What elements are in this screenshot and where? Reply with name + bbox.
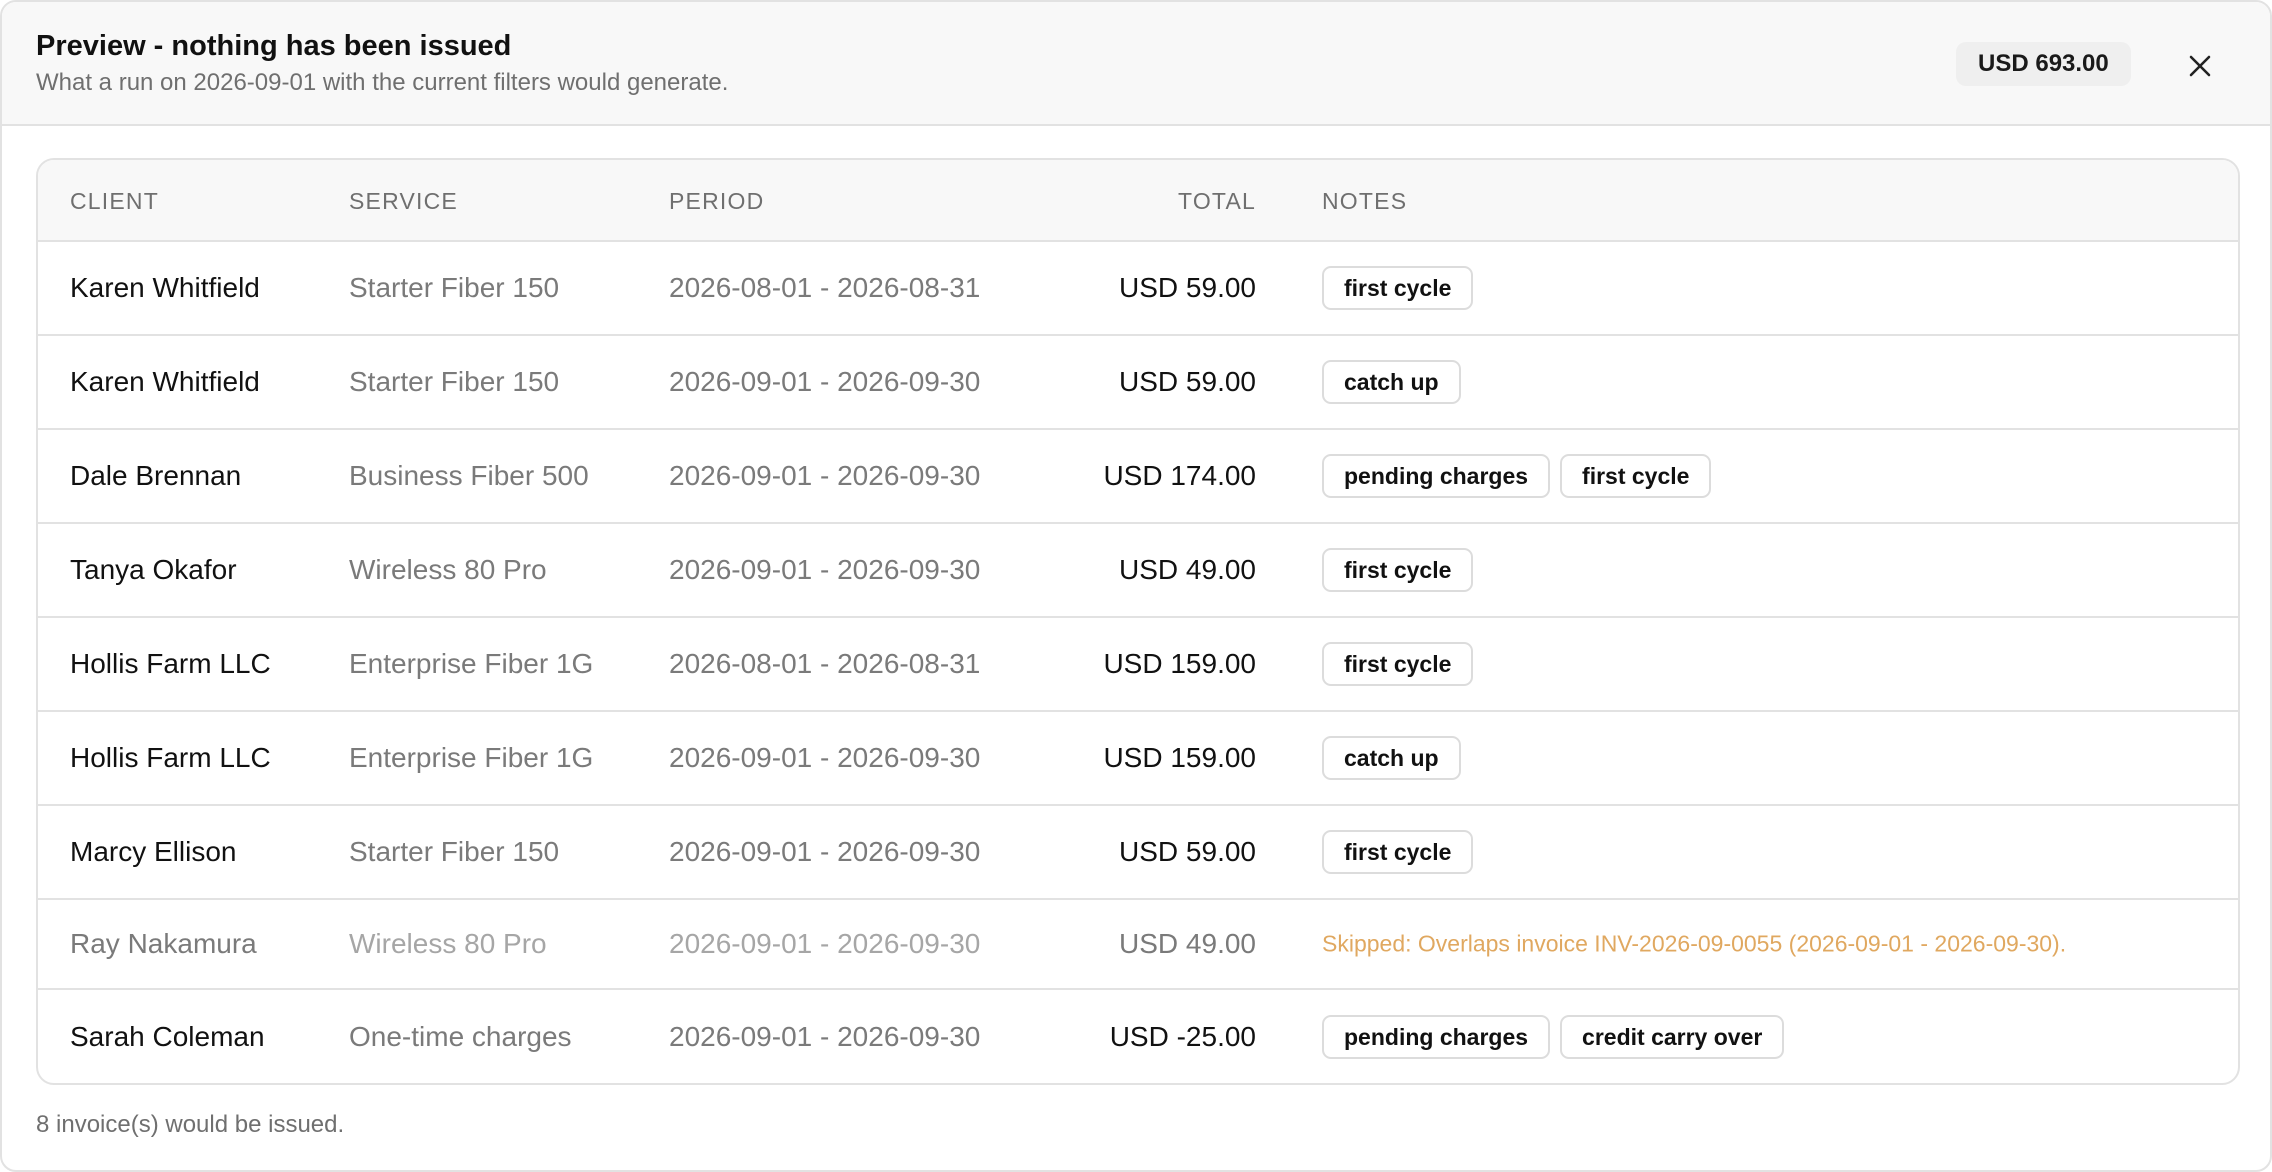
period-cell: 2026-09-01 - 2026-09-30 (669, 928, 981, 959)
note-tag: first cycle (1322, 266, 1474, 310)
total-cell: USD 49.00 (1119, 554, 1256, 585)
total-cell: USD 59.00 (1119, 366, 1256, 397)
close-icon (2189, 55, 2211, 77)
period-cell: 2026-08-01 - 2026-08-31 (669, 648, 981, 679)
client-cell: Hollis Farm LLC (70, 648, 271, 679)
period-cell: 2026-09-01 - 2026-09-30 (669, 742, 981, 773)
total-cell: USD 59.00 (1119, 836, 1256, 867)
client-cell: Tanya Okafor (70, 554, 237, 585)
period-cell: 2026-09-01 - 2026-09-30 (669, 554, 981, 585)
table-row[interactable]: Ray Nakamura Wireless 80 Pro 2026-09-01 - … (38, 900, 2238, 990)
total-cell: USD 174.00 (1103, 460, 1256, 491)
column-header-total: TOTAL (1178, 188, 1256, 214)
dialog-subtitle: What a run on 2026-09-01 with the curren… (36, 69, 729, 96)
notes-cell: Skipped: Overlaps invoice INV-2026-09-00… (1322, 931, 2066, 958)
table-row[interactable]: Marcy Ellison Starter Fiber 150 2026-09-01… (38, 806, 2238, 900)
service-cell: Starter Fiber 150 (349, 836, 560, 867)
table-row[interactable]: Tanya Okafor Wireless 80 Pro 2026-09-01 - … (38, 524, 2238, 618)
client-cell: Karen Whitfield (70, 366, 260, 397)
table-row[interactable]: Sarah Coleman One-time charges 2026-09-01 … (38, 990, 2238, 1083)
period-cell: 2026-09-01 - 2026-09-30 (669, 460, 981, 491)
note-tag: first cycle (1560, 454, 1712, 498)
column-header-service: SERVICE (349, 188, 458, 214)
column-header-period: PERIOD (669, 188, 765, 214)
service-cell: Wireless 80 Pro (349, 928, 547, 959)
preview-dialog: Preview - nothing has been issued What a… (0, 0, 2272, 1172)
note-tag: catch up (1322, 736, 1461, 780)
service-cell: Business Fiber 500 (349, 460, 589, 491)
note-tag: pending charges (1322, 454, 1551, 498)
dialog-title: Preview - nothing has been issued (36, 30, 512, 62)
column-header-notes: NOTES (1322, 188, 1408, 214)
service-cell: Starter Fiber 150 (349, 272, 560, 303)
table-row[interactable]: Dale Brennan Business Fiber 500 2026-09-01… (38, 430, 2238, 524)
total-amount-badge: USD 693.00 (1956, 42, 2131, 86)
notes-cell: first cycle (1322, 548, 1474, 592)
notes-cell: pending charges credit carry over (1322, 1015, 1785, 1059)
total-cell: USD 49.00 (1119, 928, 1256, 959)
notes-cell: first cycle (1322, 830, 1474, 874)
period-cell: 2026-08-01 - 2026-08-31 (669, 272, 981, 303)
issue-summary: 8 invoice(s) would be issued. (36, 1111, 345, 1138)
service-cell: One-time charges (349, 1021, 572, 1052)
client-cell: Hollis Farm LLC (70, 742, 271, 773)
table-row[interactable]: Hollis Farm LLC Enterprise Fiber 1G 2026-0… (38, 712, 2238, 806)
total-cell: USD -25.00 (1109, 1021, 1256, 1052)
notes-cell: first cycle (1322, 266, 1474, 310)
service-cell: Enterprise Fiber 1G (349, 742, 594, 773)
table-header: CLIENT SERVICE PERIOD TOTAL NOTES (38, 160, 2238, 242)
total-cell: USD 59.00 (1119, 272, 1256, 303)
notes-cell: first cycle (1322, 642, 1474, 686)
close-button[interactable] (2178, 44, 2222, 88)
total-cell: USD 159.00 (1103, 648, 1256, 679)
service-cell: Wireless 80 Pro (349, 554, 547, 585)
note-tag: catch up (1322, 360, 1461, 404)
service-cell: Starter Fiber 150 (349, 366, 560, 397)
period-cell: 2026-09-01 - 2026-09-30 (669, 366, 981, 397)
note-tag: first cycle (1322, 548, 1474, 592)
note-tag: pending charges (1322, 1015, 1551, 1059)
client-cell: Sarah Coleman (70, 1021, 265, 1052)
note-tag: first cycle (1322, 642, 1474, 686)
note-tag: credit carry over (1560, 1015, 1785, 1059)
skipped-note: Skipped: Overlaps invoice INV-2026-09-00… (1322, 930, 2067, 957)
client-cell: Ray Nakamura (70, 928, 257, 959)
total-cell: USD 159.00 (1103, 742, 1256, 773)
notes-cell: catch up (1322, 360, 1461, 404)
notes-cell: pending charges first cycle (1322, 454, 1712, 498)
table-row[interactable]: Karen Whitfield Starter Fiber 150 2026-08-… (38, 242, 2238, 336)
column-header-client: CLIENT (70, 188, 159, 214)
client-cell: Marcy Ellison (70, 836, 237, 867)
dialog-header: Preview - nothing has been issued What a… (2, 2, 2270, 126)
client-cell: Karen Whitfield (70, 272, 260, 303)
period-cell: 2026-09-01 - 2026-09-30 (669, 1021, 981, 1052)
period-cell: 2026-09-01 - 2026-09-30 (669, 836, 981, 867)
table-row[interactable]: Hollis Farm LLC Enterprise Fiber 1G 2026-0… (38, 618, 2238, 712)
table-row[interactable]: Karen Whitfield Starter Fiber 150 2026-09-… (38, 336, 2238, 430)
note-tag: first cycle (1322, 830, 1474, 874)
client-cell: Dale Brennan (70, 460, 242, 491)
notes-cell: catch up (1322, 736, 1461, 780)
service-cell: Enterprise Fiber 1G (349, 648, 594, 679)
invoice-preview-table: CLIENT SERVICE PERIOD TOTAL NOTES Karen … (36, 158, 2240, 1085)
